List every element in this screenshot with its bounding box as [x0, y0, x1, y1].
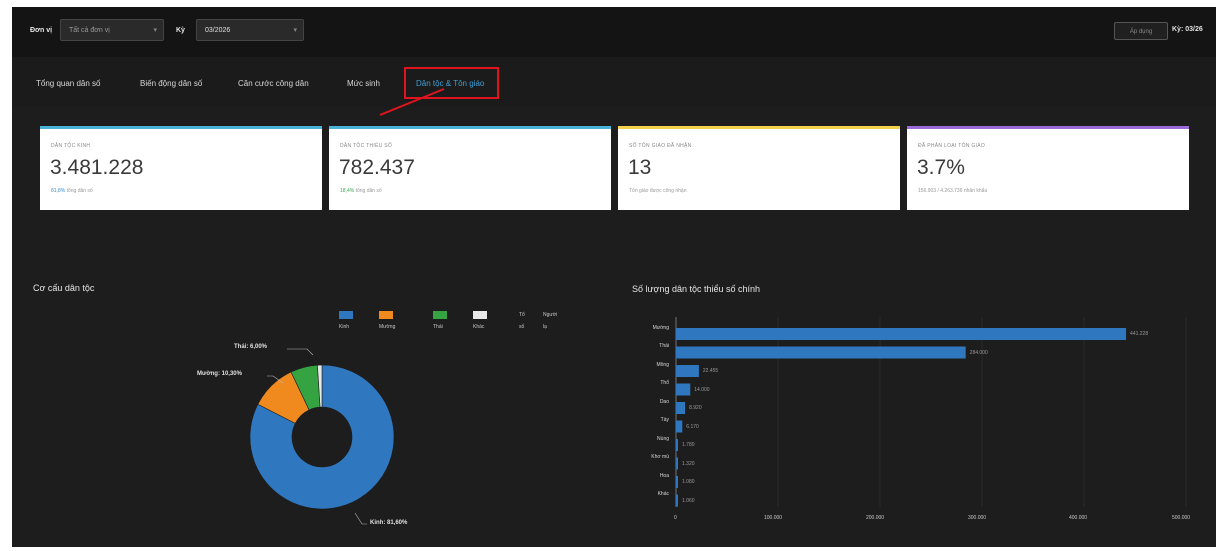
minority-bar-chart: [675, 317, 1187, 507]
card-value: 13: [628, 156, 652, 179]
bar-9[interactable]: [676, 494, 678, 507]
legend-label: Tổ số: [519, 312, 525, 330]
card-subtext: Tôn giáo được công nhận: [629, 188, 687, 194]
card-sub-percent: 18,4%: [340, 188, 355, 194]
bar-value-label: 6.170: [686, 423, 699, 430]
pie-label-muong: Mường: 10,30%: [197, 371, 242, 377]
tab-population-overview[interactable]: Tổng quan dân số: [36, 79, 101, 88]
period-select-value: 03/2026: [205, 27, 231, 34]
bar-value-label: 1.060: [682, 497, 695, 504]
bar-1[interactable]: [676, 346, 966, 359]
stat-card-kinh: DÂN TỘC KINH 3.481.228 81,8% tổng dân số: [40, 126, 322, 210]
pie-label-thai: Thái: 6,00%: [234, 344, 268, 350]
period-filter-label: Kỳ: [176, 27, 185, 34]
legend-swatch: [339, 310, 353, 319]
pie-leader-lines: [267, 348, 367, 525]
annotation-arrow: [379, 88, 445, 116]
card-value: 3.481.228: [50, 156, 144, 179]
bar-category-label: Nùng: [657, 436, 669, 442]
x-axis-tick: 0: [674, 515, 677, 521]
legend-label: Mường: [379, 324, 396, 330]
period-select[interactable]: 03/2026 ▾: [196, 19, 304, 41]
unit-select[interactable]: Tất cả đơn vị ▾: [60, 19, 164, 41]
legend-label: Khác: [473, 324, 485, 330]
card-subtext: 81,8% tổng dân số: [51, 188, 93, 194]
bar-value-label: 441.228: [1130, 331, 1149, 337]
unit-filter-label: Đơn vị: [30, 27, 53, 34]
x-axis-tick: 400.000: [1069, 515, 1088, 521]
card-sub-percent: 81,8%: [51, 188, 66, 194]
x-axis-tick: 300.000: [968, 515, 987, 521]
card-subtext: 18,4% tổng dân số: [340, 188, 382, 194]
bar-8[interactable]: [676, 476, 678, 488]
legend-item-total[interactable]: Tổ số: [519, 309, 525, 330]
unit-select-value: Tất cả đơn vị: [69, 27, 110, 34]
bar-5[interactable]: [676, 420, 683, 433]
bar-value-label: 1.080: [682, 479, 695, 485]
legend-swatch: [433, 310, 447, 319]
legend-item-kinh[interactable]: Kinh: [339, 309, 356, 330]
stat-card-religion-classified: ĐÃ PHÂN LOẠI TÔN GIÁO 3.7% 156.903 / 4.2…: [907, 126, 1189, 210]
stat-card-religions: SỐ TÔN GIÁO ĐÃ NHẬN 13 Tôn giáo được côn…: [618, 126, 900, 210]
card-label: ĐÃ PHÂN LOẠI TÔN GIÁO: [918, 143, 986, 149]
card-value: 782.437: [339, 156, 415, 179]
bar-6[interactable]: [676, 439, 678, 451]
legend-label: Thái: [433, 324, 443, 330]
apply-button[interactable]: Áp dụng: [1114, 22, 1168, 40]
bar-0[interactable]: [676, 328, 1127, 340]
tab-birth-rate[interactable]: Mức sinh: [347, 79, 380, 88]
bar-value-label: 8.920: [689, 405, 702, 411]
bar-value-label: 22.455: [702, 368, 719, 374]
bar-category-label: Tày: [660, 417, 669, 423]
card-label: DÂN TỘC KINH: [51, 143, 91, 149]
bar-chart-title: Số lượng dân tộc thiểu số chính: [632, 284, 761, 294]
pie-label-kinh: Kinh: 81,60%: [370, 520, 408, 526]
bar-category-label: Thổ: [660, 380, 669, 386]
card-label: DÂN TỘC THIỂU SỐ: [340, 143, 393, 149]
card-sub-text: tổng dân số: [355, 188, 382, 194]
bar-2[interactable]: [676, 365, 699, 377]
app-frame: Đơn vị Tất cả đơn vị ▾ Kỳ 03/2026 ▾ Áp d…: [12, 7, 1216, 547]
bar-7[interactable]: [676, 457, 678, 470]
bar-category-label: Dao: [659, 399, 669, 405]
bar-4[interactable]: [676, 402, 686, 414]
legend-item-khac[interactable]: Khác: [473, 309, 490, 330]
card-sub-text: tổng dân số: [66, 188, 93, 194]
tab-bar: Tổng quan dân số Biến động dân số Căn cư…: [12, 57, 1216, 107]
x-axis-tick: 200.000: [866, 515, 885, 521]
card-label: SỐ TÔN GIÁO ĐÃ NHẬN: [629, 143, 692, 149]
bar-value-label: 1.780: [682, 442, 695, 448]
legend-swatch: [379, 310, 393, 319]
bar-value-label: 1.320: [682, 460, 695, 467]
bar-category-label: Thái: [659, 343, 669, 349]
bar-category-label: Mường: [652, 325, 669, 331]
chevron-down-icon: ▾: [153, 27, 157, 34]
period-indicator: Kỳ: 03/26: [1172, 26, 1203, 33]
bar-3[interactable]: [676, 383, 691, 396]
bar-category-label: Khơ mú: [651, 454, 669, 460]
legend-item-muong[interactable]: Mường: [379, 309, 396, 330]
top-filter-bar: Đơn vị Tất cả đơn vị ▾ Kỳ 03/2026 ▾ Áp d…: [12, 7, 1216, 57]
bar-category-label: Khác: [657, 491, 669, 497]
tab-id-card[interactable]: Căn cước công dân: [238, 79, 309, 88]
bar-value-label: 284.000: [969, 349, 988, 356]
bar-category-label: Mông: [656, 362, 669, 368]
stat-card-minority: DÂN TỘC THIỂU SỐ 782.437 18,4% tổng dân …: [329, 126, 611, 210]
bar-category-label: Hoa: [659, 473, 669, 479]
legend-item-thai[interactable]: Thái: [433, 309, 450, 330]
pie-chart-title: Cơ cấu dân tộc: [33, 283, 95, 293]
card-value: 3.7%: [917, 156, 965, 179]
legend-swatch: [473, 310, 487, 319]
tab-population-change[interactable]: Biến động dân số: [140, 79, 202, 88]
chevron-down-icon: ▾: [293, 27, 297, 34]
bar-value-label: 14.000: [694, 386, 710, 393]
legend-item-other[interactable]: Người lạ: [543, 309, 557, 330]
legend-label: Người lạ: [543, 312, 558, 330]
x-axis-tick: 500.000: [1172, 515, 1191, 521]
x-axis-tick: 100.000: [764, 515, 783, 521]
card-subtext: 156.903 / 4.263.736 nhân khẩu: [918, 188, 988, 194]
legend-label: Kinh: [339, 324, 350, 330]
